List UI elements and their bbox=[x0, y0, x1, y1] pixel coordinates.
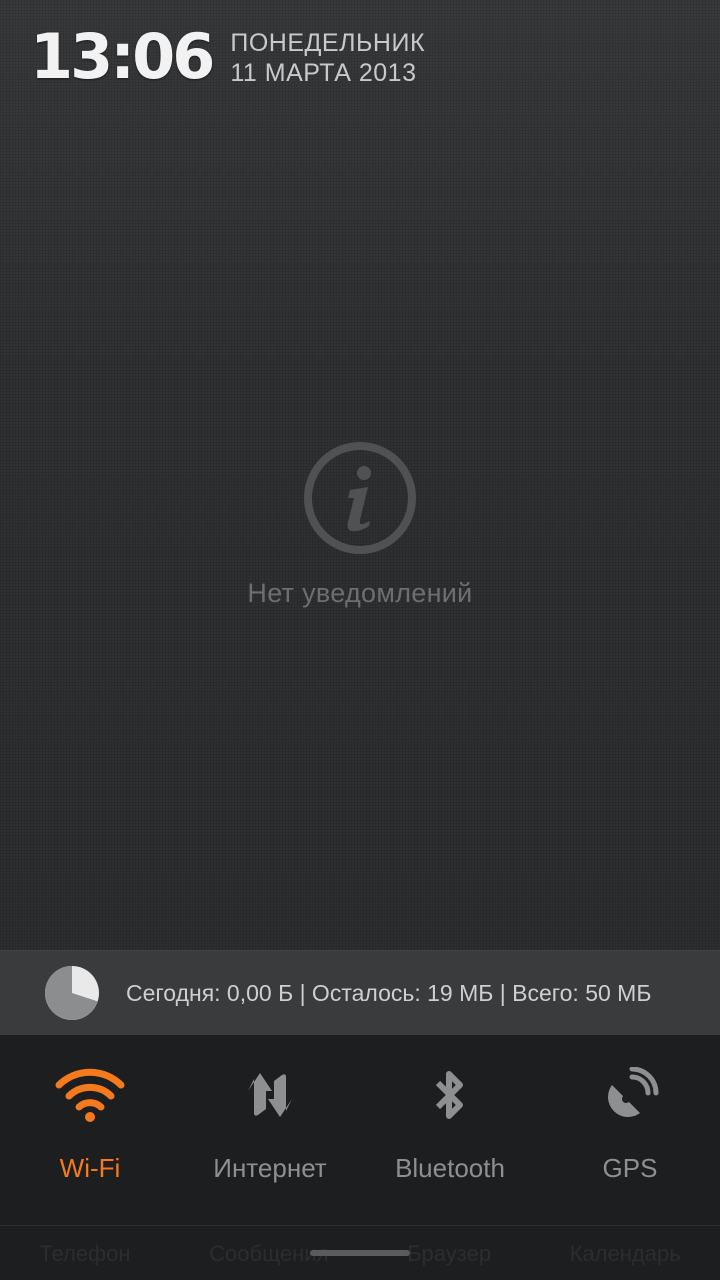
info-icon bbox=[302, 440, 418, 556]
toggle-gps-label: GPS bbox=[602, 1153, 658, 1183]
status-header: 13:06 ПОНЕДЕЛЬНИК 11 МАРТА 2013 bbox=[30, 20, 425, 100]
clock-time[interactable]: 13:06 bbox=[30, 20, 215, 94]
toggle-bluetooth[interactable]: Bluetooth bbox=[360, 1035, 540, 1225]
mobile-data-icon bbox=[235, 1065, 305, 1125]
weekday-label: ПОНЕДЕЛЬНИК bbox=[230, 29, 426, 57]
dock-label-browser: Браузер bbox=[407, 1240, 492, 1266]
toggle-internet[interactable]: Интернет bbox=[180, 1035, 360, 1225]
drag-handle[interactable] bbox=[310, 1250, 410, 1256]
toggle-wifi-label: Wi-Fi bbox=[59, 1153, 121, 1183]
toggle-bluetooth-label: Bluetooth bbox=[395, 1153, 505, 1183]
notification-shade: 13:06 ПОНЕДЕЛЬНИК 11 МАРТА 2013 Нет увед… bbox=[0, 0, 720, 1280]
bluetooth-icon bbox=[415, 1065, 485, 1125]
empty-notifications: Нет уведомлений bbox=[0, 440, 720, 609]
dock-label-phone: Телефон bbox=[39, 1240, 131, 1266]
date-block[interactable]: ПОНЕДЕЛЬНИК 11 МАРТА 2013 bbox=[230, 28, 425, 88]
toggle-wifi[interactable]: Wi-Fi bbox=[0, 1035, 180, 1225]
pie-chart-icon bbox=[44, 965, 100, 1021]
wifi-icon bbox=[55, 1065, 125, 1125]
date-label: 11 МАРТА 2013 bbox=[230, 59, 417, 87]
data-usage-text: Сегодня: 0,00 Б | Осталось: 19 МБ | Всег… bbox=[126, 979, 652, 1006]
gps-icon bbox=[595, 1065, 665, 1125]
quick-toggles: Wi-Fi Интернет Bluetooth GPS Телефон Соо… bbox=[0, 1035, 720, 1280]
dock-label-calendar: Календарь bbox=[569, 1240, 681, 1266]
no-notifications-text: Нет уведомлений bbox=[247, 578, 473, 608]
toggle-gps[interactable]: GPS bbox=[540, 1035, 720, 1225]
data-usage-bar[interactable]: Сегодня: 0,00 Б | Осталось: 19 МБ | Всег… bbox=[0, 950, 720, 1036]
toggle-internet-label: Интернет bbox=[213, 1153, 327, 1183]
